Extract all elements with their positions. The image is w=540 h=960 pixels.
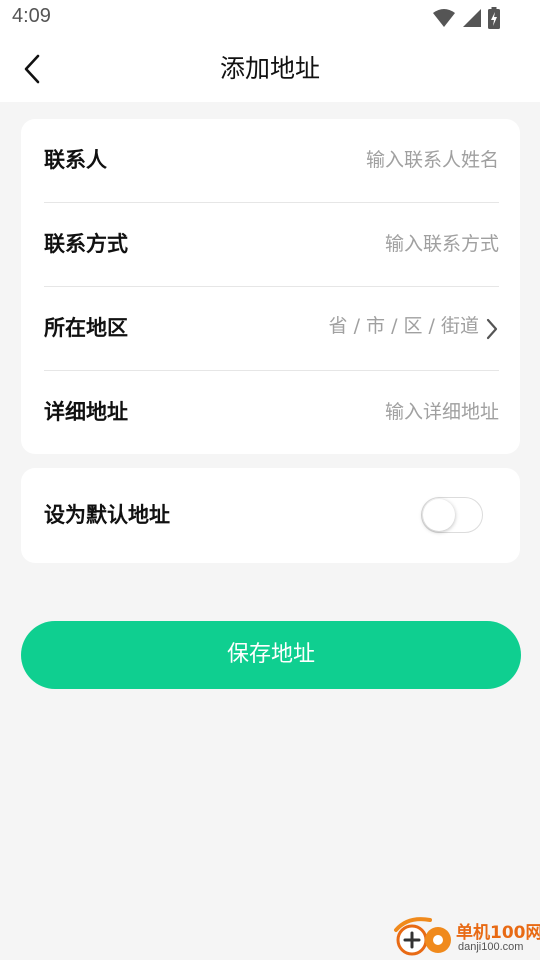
toggle-knob — [423, 499, 455, 531]
contact-name-input[interactable] — [239, 143, 499, 177]
phone-row: 联系方式 — [44, 203, 499, 287]
detail-address-row: 详细地址 — [44, 371, 499, 454]
battery-charging-icon — [488, 7, 500, 29]
region-row[interactable]: 所在地区 省 / 市 / 区 / 街道 — [44, 287, 499, 371]
signal-icon — [463, 9, 481, 27]
region-placeholder: 省 / 市 / 区 / 街道 — [328, 315, 479, 337]
status-icons — [432, 7, 500, 29]
detail-address-input[interactable] — [239, 395, 499, 429]
chevron-left-icon — [24, 54, 40, 84]
contact-row: 联系人 — [44, 119, 499, 203]
header-bar: 添加地址 — [0, 36, 540, 102]
phone-input[interactable] — [239, 227, 499, 261]
phone-label: 联系方式 — [44, 232, 128, 256]
chevron-right-icon — [486, 318, 498, 339]
address-form-card: 联系人 联系方式 所在地区 省 / 市 / 区 / 街道 详细地址 — [21, 119, 520, 454]
watermark-name: 单机100网 — [456, 923, 540, 943]
default-address-toggle[interactable] — [421, 497, 483, 533]
contact-label: 联系人 — [44, 148, 107, 172]
back-button[interactable] — [14, 50, 50, 88]
region-picker[interactable]: 省 / 市 / 区 / 街道 — [329, 287, 499, 370]
watermark-logo-icon — [394, 917, 451, 956]
region-label: 所在地区 — [44, 316, 128, 340]
status-bar: 4:09 — [0, 0, 540, 36]
default-address-label: 设为默认地址 — [44, 503, 170, 527]
wifi-icon — [433, 9, 455, 27]
watermark-url: danji100.com — [458, 941, 524, 953]
status-time: 4:09 — [12, 5, 51, 27]
detail-address-label: 详细地址 — [44, 400, 128, 424]
save-address-button[interactable]: 保存地址 — [21, 621, 521, 689]
default-address-card: 设为默认地址 — [21, 468, 520, 563]
page-title: 添加地址 — [219, 54, 320, 83]
watermark: 单机100网 danji100.com — [388, 914, 540, 960]
